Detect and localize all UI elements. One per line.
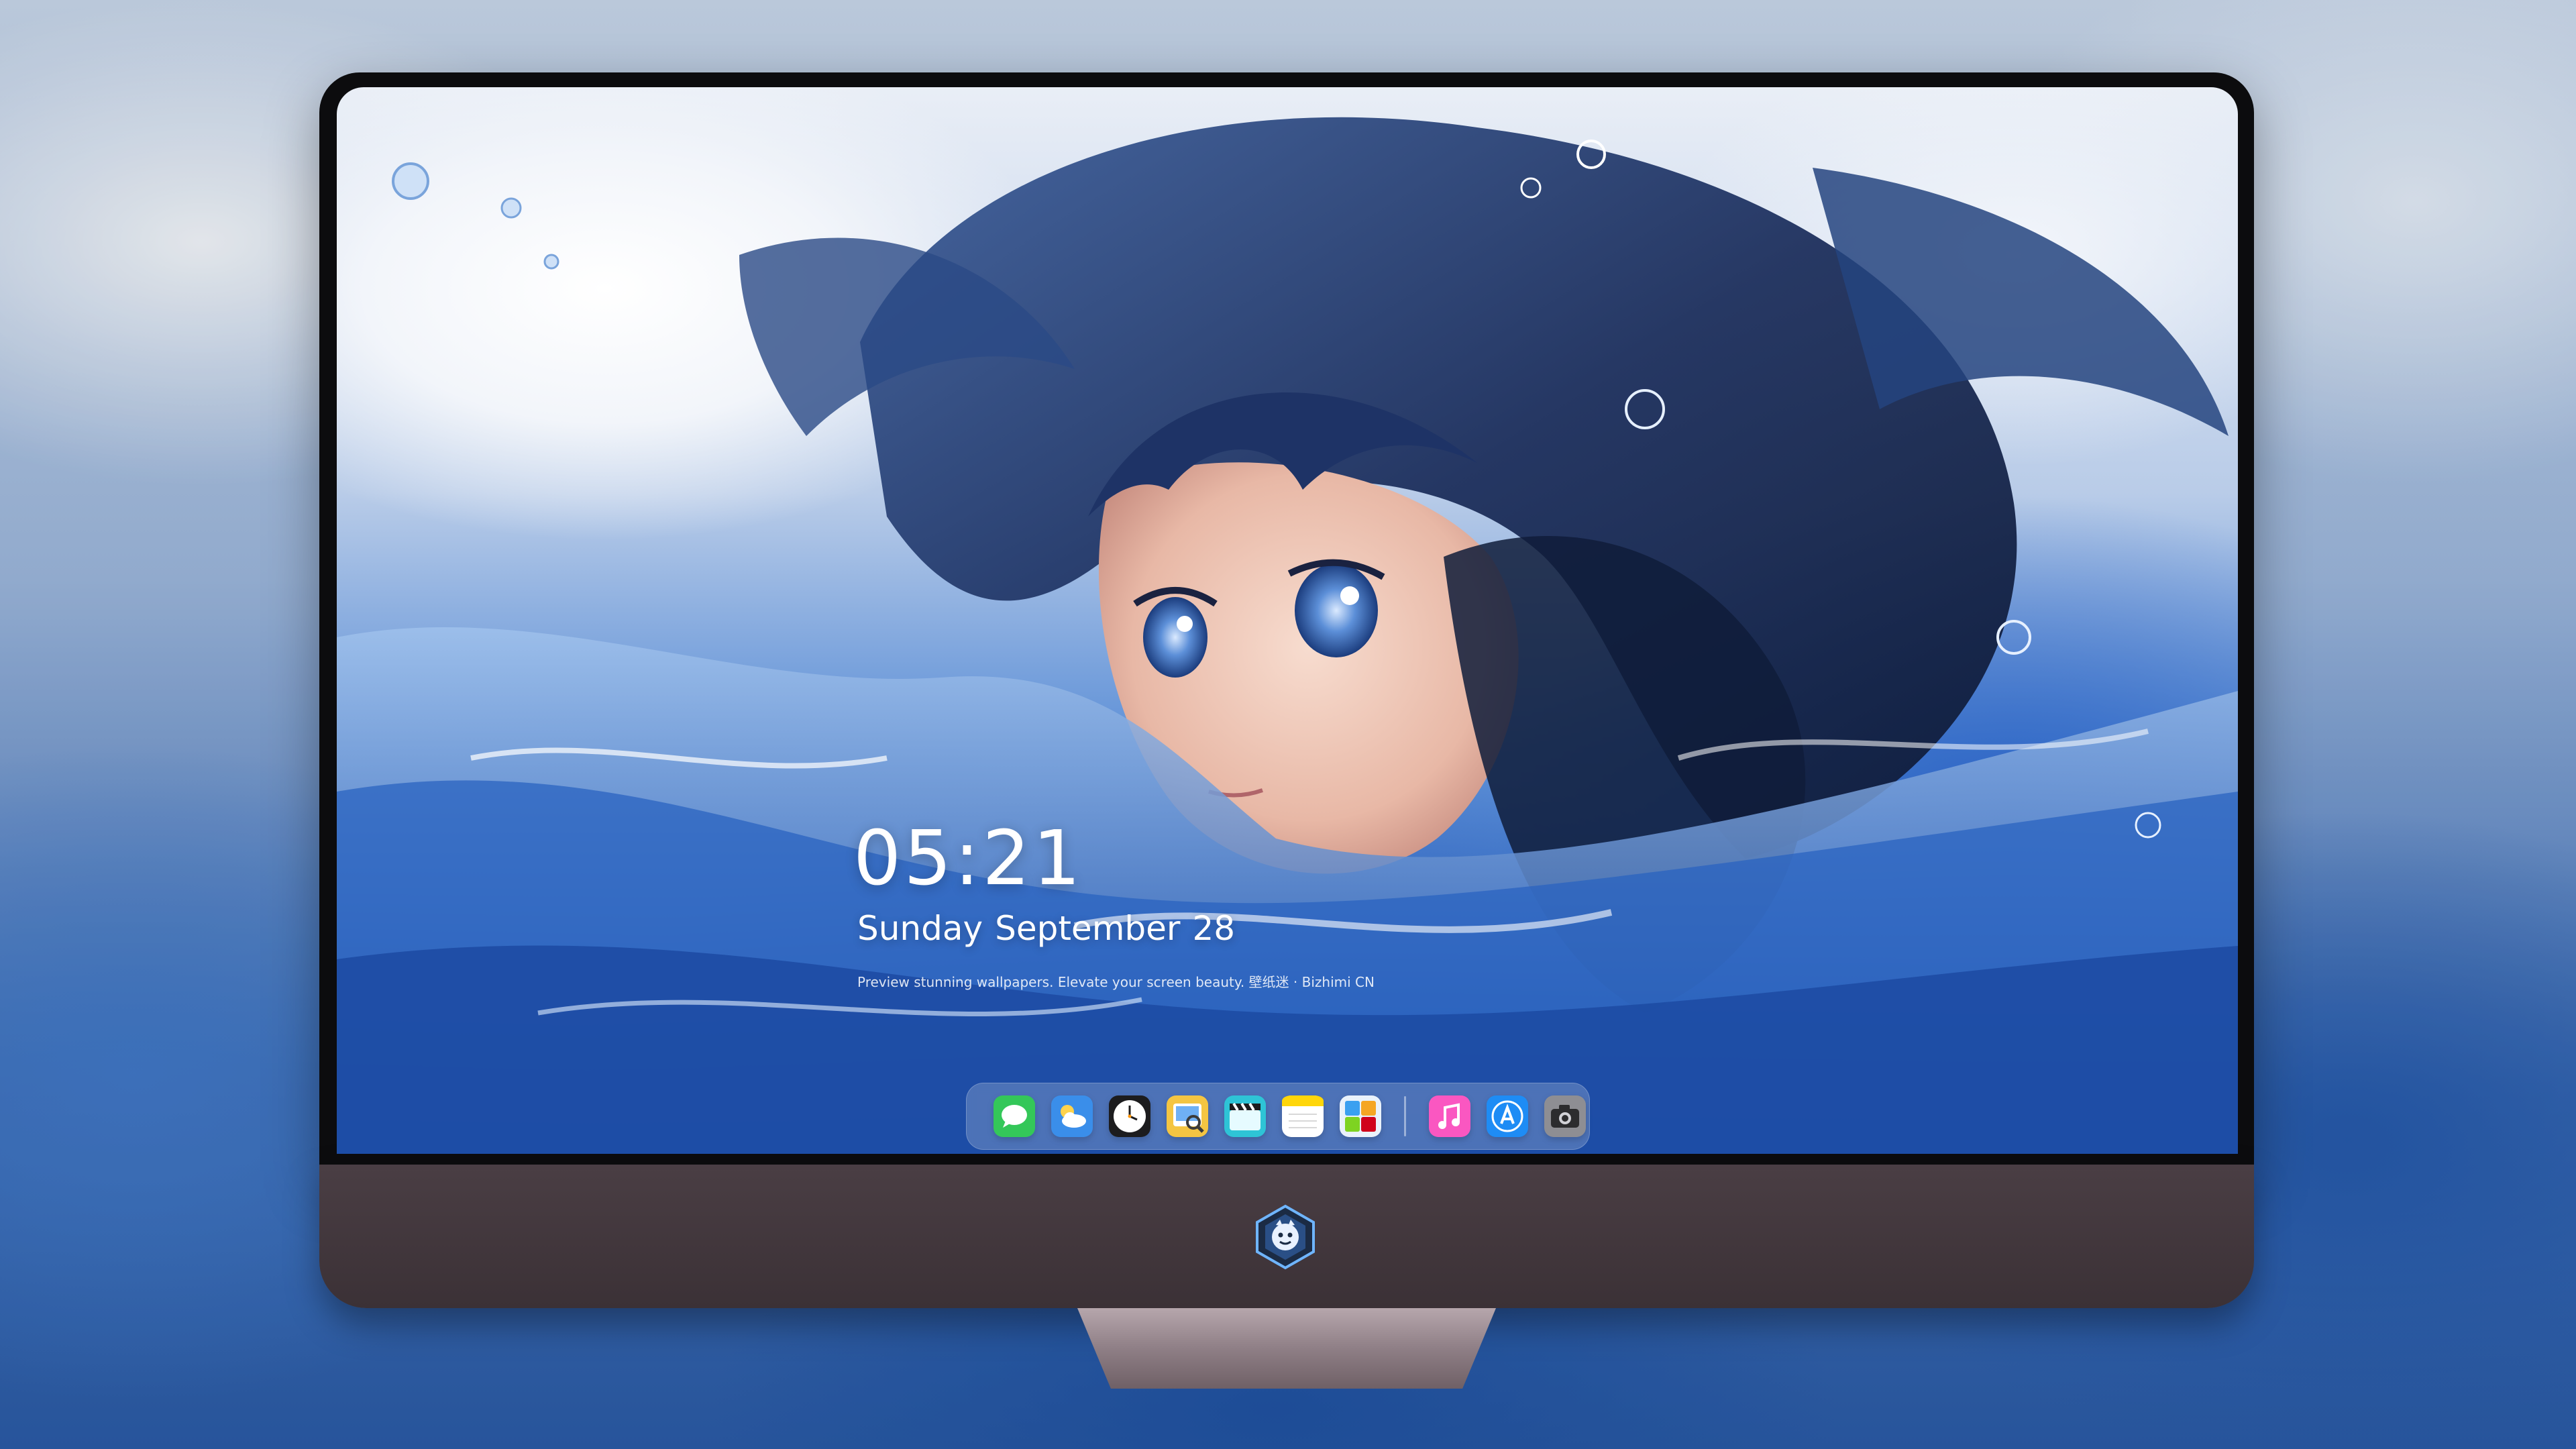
wallpaper-artwork <box>337 117 2238 1154</box>
desktop-background: 05:21 Sunday September 28 Preview stunning… <box>0 0 2576 1449</box>
dock-divider <box>1404 1096 1406 1136</box>
lockscreen-date: Sunday September 28 <box>857 909 1235 948</box>
wallpaper-caption: Preview stunning wallpapers. Elevate you… <box>857 974 1375 990</box>
lockscreen-time: 05:21 <box>853 815 1083 902</box>
clock-icon[interactable] <box>1109 1095 1150 1137</box>
app-store-icon[interactable] <box>1487 1095 1528 1137</box>
messages-icon[interactable] <box>994 1095 1035 1137</box>
date-weekday: Sunday <box>857 909 983 948</box>
photo-booth-icon[interactable] <box>1340 1095 1381 1137</box>
clips-icon[interactable] <box>1224 1095 1266 1137</box>
bizhimi-logo-icon <box>1252 1203 1319 1271</box>
preview-icon[interactable] <box>1167 1095 1208 1137</box>
dock <box>966 1083 1590 1150</box>
monitor-stand <box>1077 1308 1496 1389</box>
notes-icon[interactable] <box>1282 1095 1324 1137</box>
screen-wallpaper: 05:21 Sunday September 28 Preview stunning… <box>337 87 2238 1154</box>
music-icon[interactable] <box>1429 1095 1470 1137</box>
date-month: September <box>995 909 1181 948</box>
weather-icon[interactable] <box>1051 1095 1093 1137</box>
monitor-chin <box>319 1165 2254 1308</box>
camera-icon[interactable] <box>1544 1095 1586 1137</box>
date-day: 28 <box>1192 909 1236 948</box>
